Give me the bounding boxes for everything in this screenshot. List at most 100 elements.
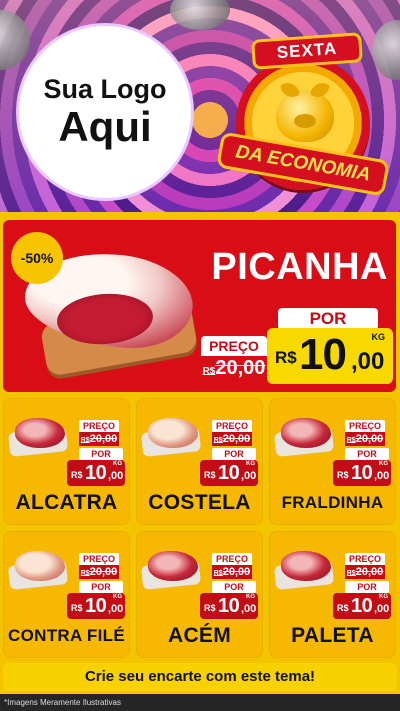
unit: KG <box>246 594 255 600</box>
product-card-costela[interactable]: PREÇO R$20,00 POR R$ 10 ,00 KG COSTELA <box>136 398 263 525</box>
hero-currency: R$ <box>275 348 297 367</box>
product-name: ALCATRA <box>15 491 118 514</box>
price-int: 10 <box>351 595 373 617</box>
hero-product-card[interactable]: -50% PICANHA PREÇO R$20,00 POR R$ 10 ,00… <box>3 220 396 392</box>
alcatra-image <box>15 418 65 448</box>
old-currency: R$ <box>213 437 223 444</box>
coin-decoration <box>0 10 30 70</box>
por-label: POR <box>79 581 123 593</box>
unit: KG <box>113 594 122 600</box>
contra-file-image <box>15 551 65 581</box>
product-name: FRALDINHA <box>281 493 384 512</box>
currency: R$ <box>71 470 83 480</box>
por-label: POR <box>212 448 256 460</box>
old-value: 20,00 <box>222 433 251 445</box>
old-value: 20,00 <box>222 566 251 578</box>
product-card-alcatra[interactable]: PREÇO R$20,00 POR R$ 10 ,00 KG ALCATRA <box>3 398 130 525</box>
product-card-fraldinha[interactable]: PREÇO R$20,00 POR R$ 10 ,00 KG FRALDINHA <box>269 398 396 525</box>
preco-label: PREÇO <box>79 420 119 432</box>
product-card-paleta[interactable]: PREÇO R$20,00 POR R$ 10 ,00 KG PALETA <box>269 531 396 658</box>
discount-badge: -50% <box>11 232 63 284</box>
badge-title-top: SEXTA <box>251 32 363 70</box>
old-currency: R$ <box>80 437 90 444</box>
por-label: POR <box>345 448 389 460</box>
create-flyer-button[interactable]: Crie seu encarte com este tema! <box>3 663 397 691</box>
hero-price-int: 10 <box>299 330 347 379</box>
currency: R$ <box>204 470 216 480</box>
hero-old-currency: R$ <box>202 366 216 377</box>
price-dec: ,00 <box>241 470 257 482</box>
hero-price-tag: R$ 10 ,00 KG <box>267 328 393 384</box>
pig-snout <box>294 114 316 128</box>
old-currency: R$ <box>346 570 356 577</box>
coin-decoration <box>170 0 230 30</box>
old-price: R$20,00 <box>79 432 119 446</box>
preco-label: PREÇO <box>212 420 252 432</box>
hero-product-name: PICANHA <box>211 246 388 288</box>
unit: KG <box>379 594 388 600</box>
product-name: ACÉM <box>167 624 232 647</box>
old-currency: R$ <box>213 570 223 577</box>
product-card-acem[interactable]: PREÇO R$20,00 POR R$ 10 ,00 KG ACÉM <box>136 531 263 658</box>
old-price: R$20,00 <box>79 565 119 579</box>
old-price: R$20,00 <box>212 565 252 579</box>
disclaimer-note: *Imagens Meramente Ilustrativas <box>0 694 400 711</box>
price-int: 10 <box>85 595 107 617</box>
acem-image <box>148 551 198 581</box>
product-name: PALETA <box>291 624 374 647</box>
paleta-image <box>281 551 331 581</box>
old-currency: R$ <box>80 570 90 577</box>
costela-image <box>148 418 198 448</box>
old-price: R$20,00 <box>345 565 385 579</box>
logo-placeholder[interactable]: Sua Logo Aqui <box>16 23 194 201</box>
price-dec: ,00 <box>108 603 124 615</box>
product-card-contra-file[interactable]: PREÇO R$20,00 POR R$ 10 ,00 KG CONTRA FI… <box>3 531 130 658</box>
price-tag: R$ 10 ,00 KG <box>200 593 258 619</box>
por-label: POR <box>79 448 123 460</box>
currency: R$ <box>337 470 349 480</box>
price-tag: R$ 10 ,00 KG <box>67 460 125 486</box>
piggy-bank-icon <box>276 90 334 142</box>
logo-line1: Sua Logo <box>43 74 167 105</box>
currency: R$ <box>204 603 216 613</box>
unit: KG <box>379 461 388 467</box>
product-grid: PREÇO R$20,00 POR R$ 10 ,00 KG ALCATRA P… <box>3 398 397 658</box>
logo-line2: Aqui <box>58 102 152 150</box>
old-value: 20,00 <box>355 433 384 445</box>
unit: KG <box>246 461 255 467</box>
old-value: 20,00 <box>355 566 384 578</box>
price-dec: ,00 <box>241 603 257 615</box>
preco-label: PREÇO <box>212 553 252 565</box>
price-tag: R$ 10 ,00 KG <box>333 593 391 619</box>
por-label: POR <box>345 581 389 593</box>
hero-por-label: POR <box>278 308 378 330</box>
preco-label: PREÇO <box>79 553 119 565</box>
sexta-economia-badge: SEXTA DA ECONOMIA <box>216 28 398 204</box>
price-dec: ,00 <box>374 470 390 482</box>
old-value: 20,00 <box>89 433 118 445</box>
hero-price-dec: ,00 <box>351 348 385 375</box>
price-dec: ,00 <box>374 603 390 615</box>
old-value: 20,00 <box>89 566 118 578</box>
product-name: CONTRA FILÉ <box>8 626 125 645</box>
old-price: R$20,00 <box>212 432 252 446</box>
header-banner: Sua Logo Aqui SEXTA DA ECONOMIA <box>0 0 400 212</box>
price-int: 10 <box>351 462 373 484</box>
price-tag: R$ 10 ,00 KG <box>333 460 391 486</box>
hero-preco-label: PREÇO <box>201 336 267 356</box>
fraldinha-image <box>281 418 331 448</box>
product-name: COSTELA <box>148 491 251 514</box>
unit: KG <box>113 461 122 467</box>
old-price: R$20,00 <box>345 432 385 446</box>
price-tag: R$ 10 ,00 KG <box>67 593 125 619</box>
hero-old-value: 20,00 <box>215 357 266 379</box>
currency: R$ <box>71 603 83 613</box>
price-dec: ,00 <box>108 470 124 482</box>
por-label: POR <box>212 581 256 593</box>
hero-unit: KG <box>371 332 386 342</box>
preco-label: PREÇO <box>345 553 385 565</box>
currency: R$ <box>337 603 349 613</box>
price-tag: R$ 10 ,00 KG <box>200 460 258 486</box>
price-int: 10 <box>218 595 240 617</box>
price-int: 10 <box>85 462 107 484</box>
